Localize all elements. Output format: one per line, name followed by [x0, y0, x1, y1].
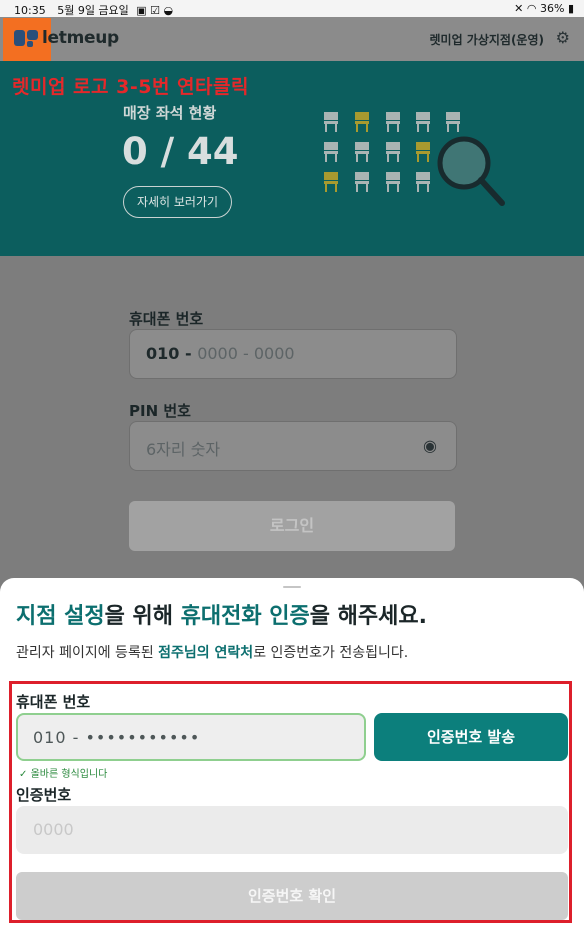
chair-icons: [324, 112, 460, 192]
battery-percent: 36%: [539, 2, 565, 15]
wifi-icon: ◠: [526, 2, 537, 15]
code-input[interactable]: [16, 806, 568, 854]
notification-icons: ▣ ☑ ◒: [136, 4, 174, 17]
sheet-phone-label: 휴대폰 번호: [16, 693, 91, 711]
sheet-title-part1: 지점 설정: [16, 604, 105, 629]
gear-icon[interactable]: ⚙: [556, 28, 570, 47]
eye-icon[interactable]: ◉: [423, 436, 437, 455]
detail-button[interactable]: 자세히 보러가기: [123, 186, 232, 218]
store-name: 렛미업 가상지점(운영): [429, 33, 544, 47]
sheet-subtitle-part1: 관리자 페이지에 등록된: [16, 645, 159, 661]
validation-message: ✓ 올바른 형식입니다: [19, 765, 107, 780]
login-phone-placeholder: 0000 - 0000: [197, 344, 295, 363]
login-phone-label: 휴대폰 번호: [129, 310, 204, 328]
check-circle-icon: ✓: [19, 769, 28, 780]
sheet-title-part2: 을 위해: [104, 604, 181, 629]
battery-icon: ▮: [567, 2, 574, 15]
pin-label: PIN 번호: [129, 402, 191, 420]
letmeup-logo-icon[interactable]: [14, 28, 40, 50]
login-phone-text: 010 - 0000 - 0000: [146, 344, 295, 363]
seat-count: 0 / 44: [122, 130, 239, 173]
confirm-code-button[interactable]: 인증번호 확인: [16, 872, 568, 920]
magnifier-icon: [437, 136, 505, 206]
sheet-phone-value: 010 - •••••••••••: [33, 728, 201, 747]
sheet-subtitle-part3: 로 인증번호가 전송됩니다.: [253, 645, 409, 661]
login-button[interactable]: 로그인: [129, 501, 455, 551]
validation-text: 올바른 형식입니다: [30, 769, 108, 780]
status-bar: 10:35 5월 9일 금요일 ▣ ☑ ◒ ✕ ◠ 36% ▮: [0, 0, 584, 17]
sheet-subtitle-part2: 점주님의 연락처: [158, 645, 254, 661]
login-phone-prefix: 010 -: [146, 344, 198, 363]
annotation-text: 렛미업 로고 3-5번 연타클릭: [12, 76, 249, 98]
banner-title: 매장 좌석 현황: [123, 104, 217, 122]
send-code-button[interactable]: 인증번호 발송: [374, 713, 568, 761]
mute-icon: ✕: [514, 2, 524, 15]
sheet-subtitle: 관리자 페이지에 등록된 점주님의 연락처로 인증번호가 전송됩니다.: [16, 642, 408, 662]
status-date: 5월 9일 금요일: [57, 4, 129, 17]
status-time: 10:35: [14, 4, 46, 17]
code-label: 인증번호: [16, 786, 72, 804]
sheet-title-part4: 을 해주세요.: [309, 604, 427, 629]
sheet-title: 지점 설정을 위해 휴대전화 인증을 해주세요.: [16, 598, 427, 630]
logo-text[interactable]: letmeup: [42, 28, 119, 48]
sheet-handle[interactable]: [283, 586, 301, 588]
pin-placeholder: 6자리 숫자: [146, 440, 221, 459]
seat-illustration: [324, 112, 505, 206]
code-placeholder: 0000: [33, 820, 74, 839]
sheet-title-part3: 휴대전화 인증: [180, 604, 310, 629]
